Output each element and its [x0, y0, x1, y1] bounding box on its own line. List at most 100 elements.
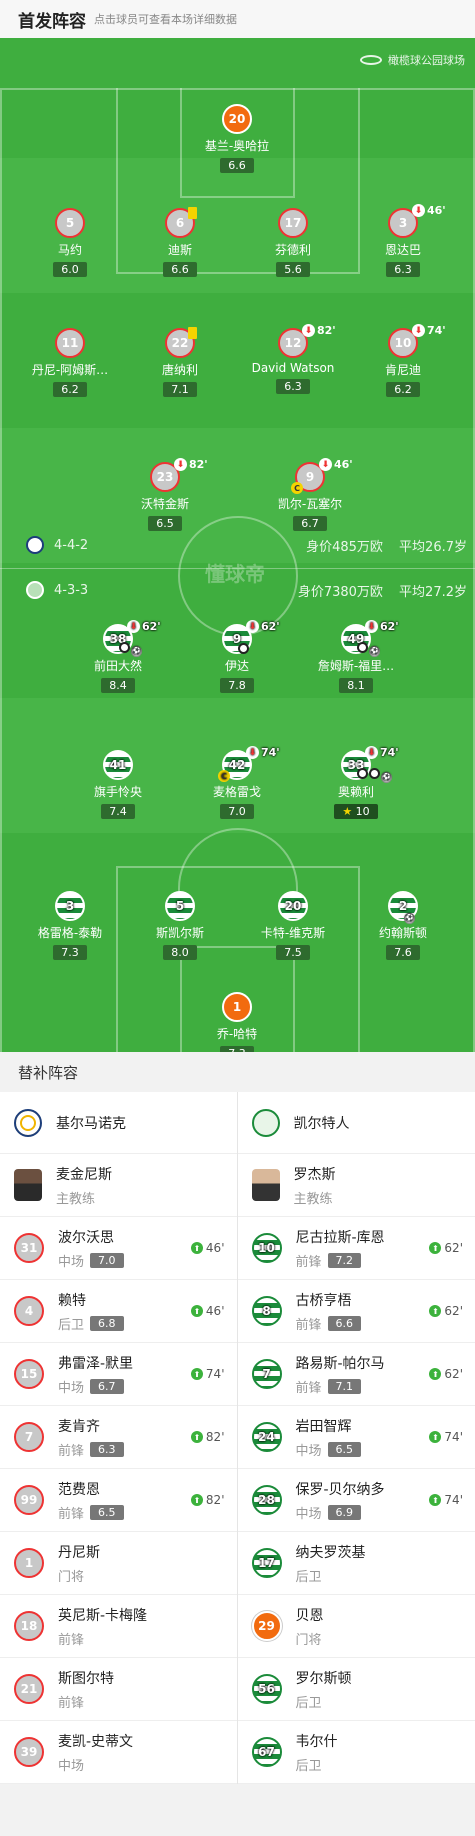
away-sub-row[interactable]: 29 贝恩 门将 — [237, 1595, 475, 1658]
sub-position: 前锋 — [295, 1380, 322, 1396]
sub-on-minute: 46' — [205, 1241, 225, 1255]
jersey-number: 1 — [232, 1000, 242, 1014]
away-sub-row[interactable]: 7 路易斯-帕尔马 前锋 7.1 ⬆ 62' — [237, 1343, 475, 1406]
away-player[interactable]: 38 ⬇ 62' ⚽ 前田大然 8.4 — [63, 620, 173, 693]
sub-position: 中场 — [58, 1254, 85, 1270]
home-sub-row[interactable]: 18 英尼斯-卡梅隆 前锋 — [0, 1595, 237, 1658]
sub-off-time: 82' — [189, 458, 208, 471]
home-sub-row[interactable]: 31 波尔沃思 中场 7.0 ⬆ 46' — [0, 1217, 237, 1280]
player-rating: 8.0 — [163, 945, 197, 960]
home-sub-row[interactable]: 39 麦凯-史蒂文 中场 — [0, 1721, 237, 1784]
away-player[interactable]: 5 斯凯尔斯 8.0 — [125, 891, 235, 960]
home-player[interactable]: 11 丹尼-阿姆斯… 6.2 — [15, 328, 125, 397]
sub-name: 赖特 — [58, 1292, 86, 1309]
away-sub-row[interactable]: 56 罗尔斯顿 后卫 — [237, 1658, 475, 1721]
coach-avatar — [14, 1169, 42, 1201]
sub-off-marker: ⬇ 82' — [174, 458, 208, 471]
events: ⚽ — [119, 642, 142, 657]
player-rating: 7.1 — [163, 382, 197, 397]
sub-info: 罗尔斯顿 后卫 — [296, 1668, 352, 1711]
jersey-number: 3 — [398, 216, 408, 230]
lineup-title: 首发阵容 — [18, 11, 86, 32]
sub-on-minute: 62' — [444, 1304, 463, 1318]
home-sub-row[interactable]: 21 斯图尔特 前锋 — [0, 1658, 237, 1721]
sub-position-line: 前锋 6.6 — [296, 1314, 362, 1333]
home-sub-row[interactable]: 7 麦肯齐 前锋 6.3 ⬆ 82' — [0, 1406, 237, 1469]
home-sub-row[interactable]: 99 范费恩 前锋 6.5 ⬆ 82' — [0, 1469, 237, 1532]
jersey-icon: 20 — [278, 891, 308, 921]
jersey-icon: 49 ⬇ 62' ⚽ — [341, 620, 399, 657]
away-sub-row[interactable]: 8 古桥亨梧 前锋 6.6 ⬆ 62' — [237, 1280, 475, 1343]
sub-on-icon: ⬆ — [429, 1305, 442, 1317]
home-player[interactable]: 17 芬德利 5.6 — [238, 208, 348, 277]
sub-off-time: 74' — [427, 324, 446, 337]
home-team-row[interactable]: 基尔马诺克 — [0, 1092, 237, 1154]
home-player[interactable]: 3 ⬇ 46' 恩达巴 6.3 — [348, 204, 458, 277]
sub-on-time: ⬆ 62' — [429, 1241, 463, 1255]
home-sub-row[interactable]: 1 丹尼斯 门将 — [0, 1532, 237, 1595]
away-player[interactable]: 33 ⬇ 74' ⚽ 奥赖利 ★ 10 — [301, 746, 411, 819]
home-player[interactable]: 9 C ⬇ 46' 凯尔-瓦塞尔 6.7 — [255, 458, 365, 531]
home-player[interactable]: 6 迪斯 6.6 — [125, 207, 235, 277]
lineup-header: 首发阵容 点击球员可查看本场详细数据 — [0, 0, 475, 38]
sub-name: 保罗-贝尔纳多 — [295, 1481, 385, 1498]
home-team-name: 基尔马诺克 — [56, 1115, 126, 1132]
home-player[interactable]: 23 ⬇ 82' 沃特金斯 6.5 — [110, 458, 220, 531]
jersey-icon: 29 — [251, 1611, 282, 1641]
away-player[interactable]: 20 卡特-维克斯 7.5 — [238, 891, 348, 960]
away-player[interactable]: 2 ⚽ 约翰斯顿 7.6 — [348, 891, 458, 960]
away-sub-row[interactable]: 67 韦尔什 后卫 — [237, 1721, 475, 1784]
away-coach-row[interactable]: 罗杰斯 主教练 — [237, 1154, 475, 1217]
rating-value: 8.0 — [171, 946, 189, 959]
home-sub-row[interactable]: 4 赖特 后卫 6.8 ⬆ 46' — [0, 1280, 237, 1343]
sub-position-line: 前锋 7.1 — [296, 1377, 385, 1396]
player-rating: ★ 10 — [334, 804, 378, 819]
player-name: 凯尔-瓦塞尔 — [277, 497, 343, 511]
sub-rating: 6.5 — [90, 1504, 124, 1520]
sub-off-marker: ⬇ 74' — [412, 324, 446, 337]
jersey-icon: 17 — [278, 208, 308, 238]
rating-value: 7.0 — [228, 805, 246, 818]
sub-off-icon: ⬇ — [302, 324, 315, 337]
player-name: David Watson — [251, 361, 335, 375]
sub-on-minute: 82' — [205, 1430, 225, 1444]
away-sub-row[interactable]: 28 保罗-贝尔纳多 中场 6.9 ⬆ 74' — [237, 1469, 475, 1532]
player-rating: 7.3 — [220, 1046, 254, 1052]
away-sub-row[interactable]: 10 尼古拉斯-库恩 前锋 7.2 ⬆ 62' — [237, 1217, 475, 1280]
sub-position: 门将 — [58, 1569, 85, 1585]
home-player[interactable]: 10 ⬇ 74' 肯尼迪 6.2 — [348, 324, 458, 397]
goal-ball-icon — [369, 768, 380, 779]
away-team-row[interactable]: 凯尔特人 — [237, 1092, 475, 1154]
away-player[interactable]: 49 ⬇ 62' ⚽ 詹姆斯-福里… 8.1 — [301, 620, 411, 693]
sub-position: 中场 — [58, 1380, 85, 1396]
home-coach-row[interactable]: 麦金尼斯 主教练 — [0, 1154, 237, 1217]
rating-value: 6.6 — [228, 159, 246, 172]
home-player[interactable]: 22 唐纳利 7.1 — [125, 327, 235, 397]
home-sub-row[interactable]: 15 弗雷泽-默里 中场 6.7 ⬆ 74' — [0, 1343, 237, 1406]
sub-rating: 6.3 — [90, 1441, 124, 1457]
jersey-number: 5 — [65, 216, 75, 230]
events: ⚽ — [404, 912, 415, 924]
player-name: 卡特-维克斯 — [260, 926, 326, 940]
home-player[interactable]: 20 基兰-奥哈拉 6.6 — [182, 104, 292, 173]
subs-table: 基尔马诺克 麦金尼斯 主教练 31 波尔沃思 中场 7.0 ⬆ 46' 4 赖特 后卫 6.8 ⬆ 4… — [0, 1092, 475, 1784]
sub-name: 波尔沃思 — [58, 1229, 114, 1246]
captain-icon: C — [218, 770, 230, 782]
sub-position-line: 中场 6.5 — [296, 1440, 362, 1459]
away-player[interactable]: 3 格雷格-泰勒 7.3 — [15, 891, 125, 960]
away-sub-row[interactable]: 24 岩田智辉 中场 6.5 ⬆ 74' — [237, 1406, 475, 1469]
away-player[interactable]: 42 C ⬇ 74' 麦格雷戈 7.0 — [182, 746, 292, 819]
jersey-icon: 8 — [251, 1296, 282, 1326]
away-player[interactable]: 41 旗手怜央 7.4 — [63, 750, 173, 819]
home-player[interactable]: 5 马约 6.0 — [15, 208, 125, 277]
stadium: 橄榄球公园球场 — [360, 52, 465, 68]
away-player[interactable]: 1 乔-哈特 7.3 — [182, 992, 292, 1052]
rating-value: 7.1 — [171, 383, 189, 396]
away-player[interactable]: 9 ⬇ 62' 伊达 7.8 — [182, 620, 292, 693]
sub-on-icon: ⬆ — [429, 1431, 442, 1443]
away-sub-row[interactable]: 17 纳夫罗茨基 后卫 — [237, 1532, 475, 1595]
sub-off-icon: ⬇ — [412, 324, 425, 337]
home-player[interactable]: 12 ⬇ 82' David Watson 6.3 — [238, 324, 348, 394]
sub-position: 前锋 — [295, 1254, 322, 1270]
sub-on-icon: ⬆ — [429, 1368, 442, 1380]
